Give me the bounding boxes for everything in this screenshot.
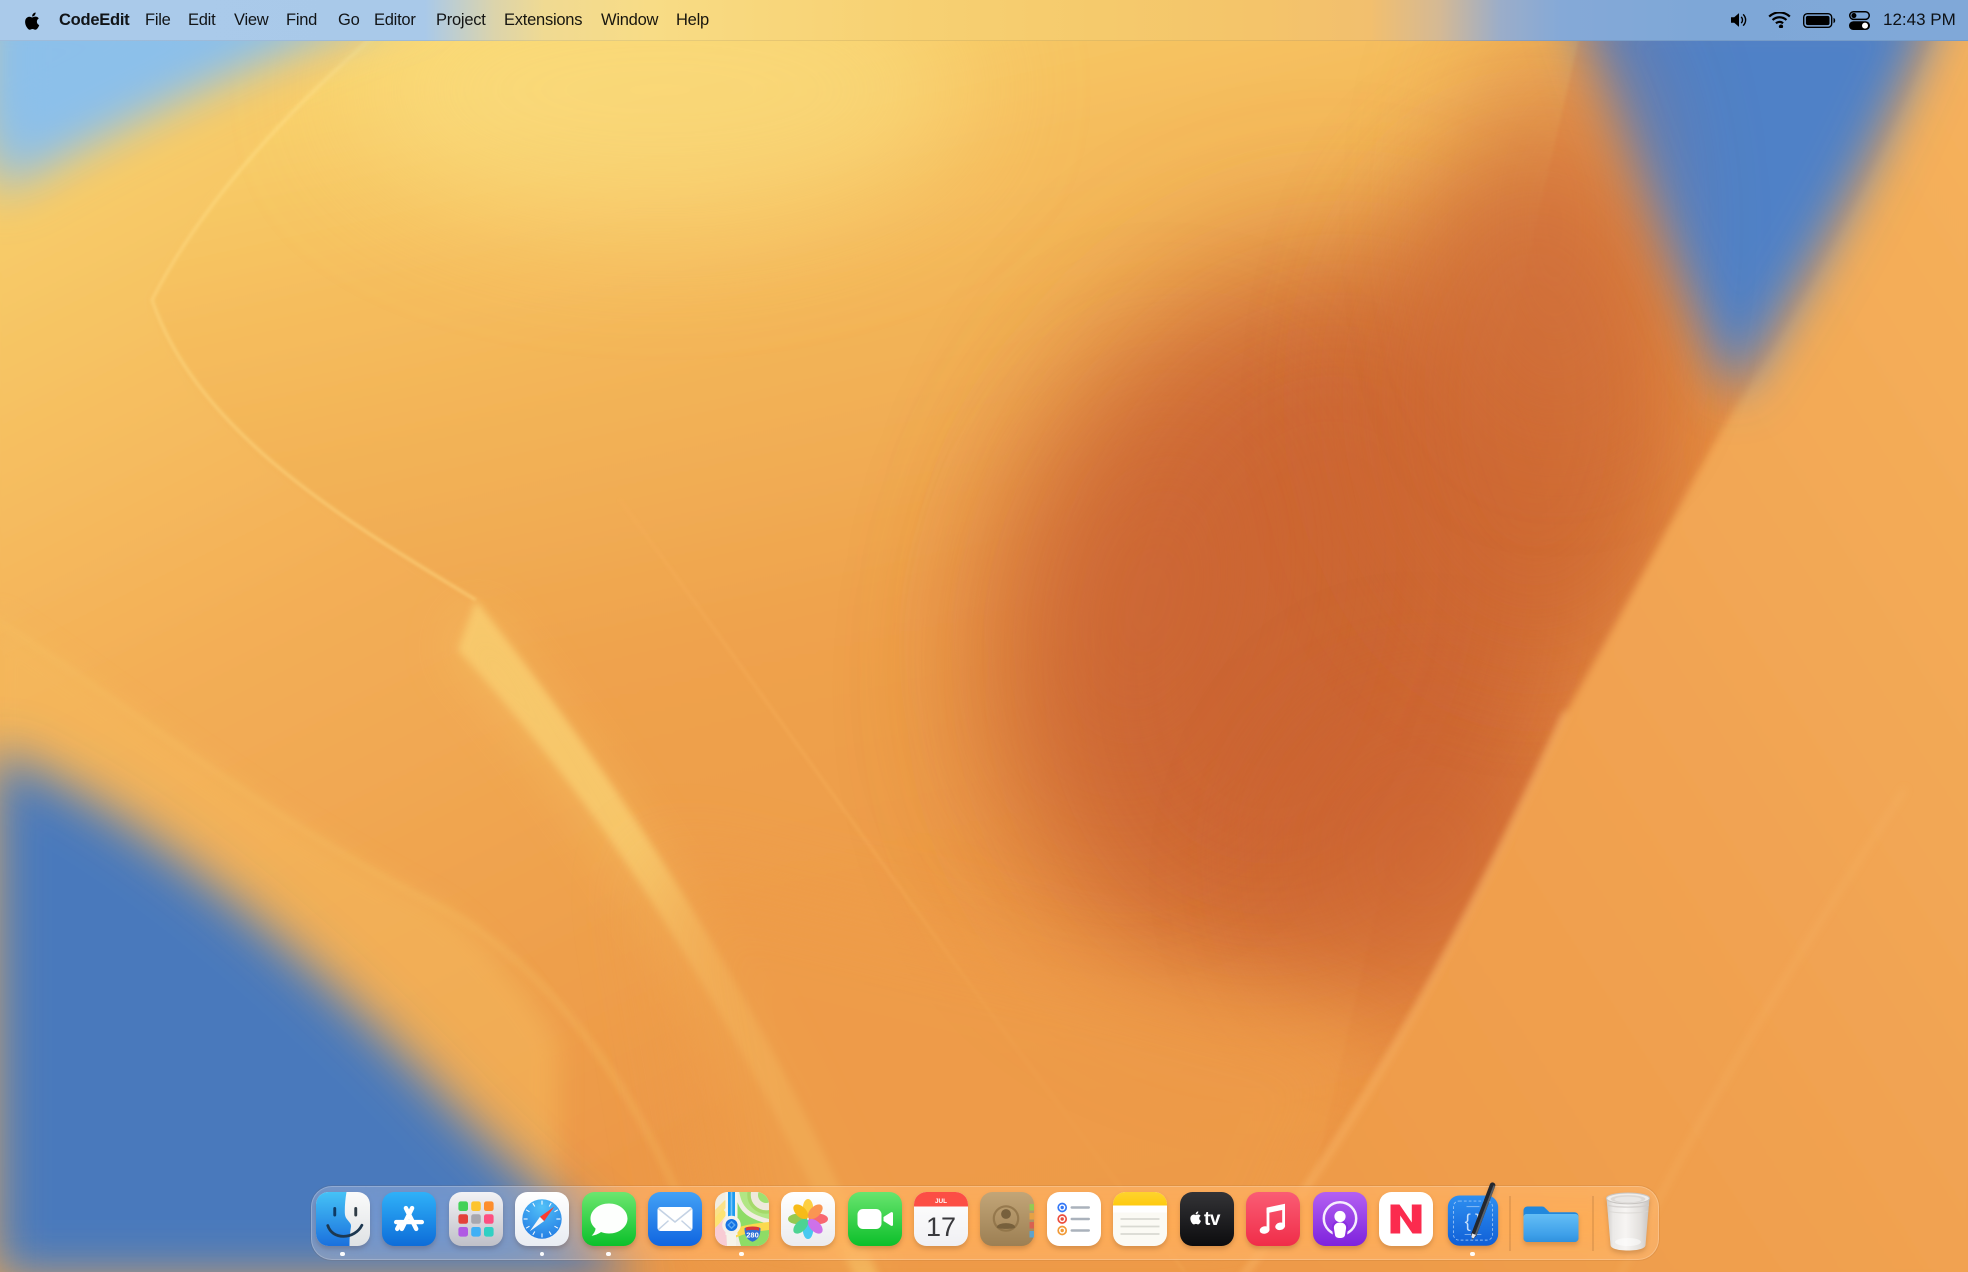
svg-text:JUL: JUL bbox=[935, 1198, 947, 1205]
svg-text:tv: tv bbox=[1204, 1209, 1221, 1230]
svg-text:17: 17 bbox=[926, 1212, 956, 1242]
svg-text:280: 280 bbox=[746, 1231, 759, 1240]
svg-text:{: { bbox=[1464, 1210, 1470, 1231]
